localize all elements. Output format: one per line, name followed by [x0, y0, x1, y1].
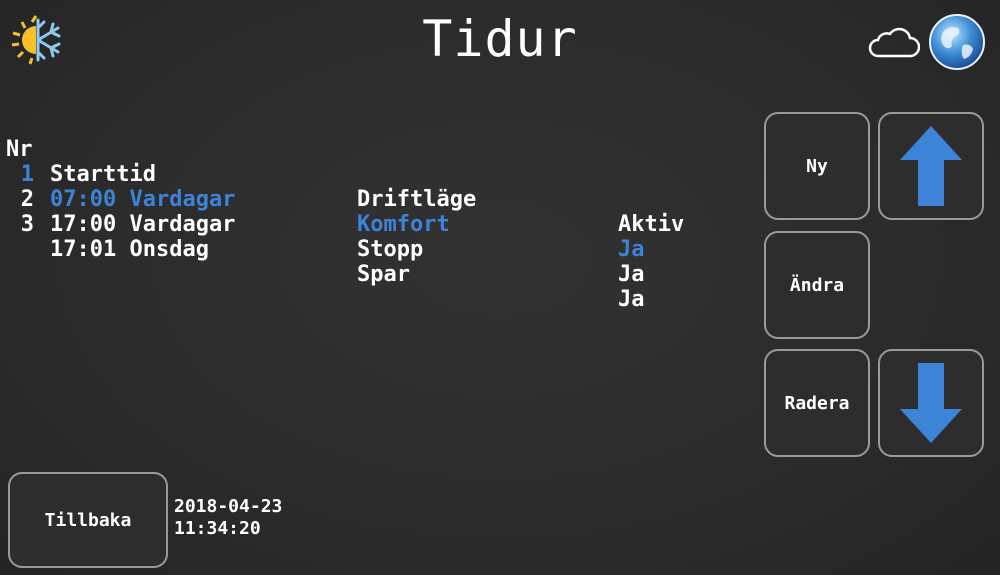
delete-button-label: Radera — [784, 392, 850, 414]
scroll-down-button[interactable] — [878, 349, 984, 457]
scroll-up-button[interactable] — [878, 112, 984, 220]
delete-button[interactable]: Radera — [764, 349, 870, 457]
globe-icon[interactable] — [928, 13, 986, 71]
back-button[interactable]: Tillbaka — [8, 472, 168, 568]
column-header-aktiv: Aktiv — [618, 212, 685, 237]
row-aktiv: Ja — [618, 262, 645, 287]
time-text: 11:34:20 — [174, 518, 261, 539]
screen: Tidur Nr Starttid Driftläge Aktiv 1 07:0… — [0, 0, 1000, 575]
edit-button-label: Ändra — [789, 274, 845, 296]
cloud-icon[interactable] — [866, 26, 920, 60]
table-row[interactable]: 3 17:01 Onsdag Spar Ja — [6, 187, 746, 312]
new-button-label: Ny — [806, 155, 828, 177]
arrow-up-icon — [900, 126, 962, 206]
row-driftlage: Komfort — [357, 212, 450, 237]
schedule-table: Nr Starttid Driftläge Aktiv 1 07:00 Vard… — [6, 112, 746, 312]
arrow-down-icon — [900, 363, 962, 443]
datetime: 2018-04-23 11:34:20 — [174, 496, 282, 540]
row-aktiv: Ja — [618, 287, 645, 312]
date-text: 2018-04-23 — [174, 496, 283, 517]
table-row[interactable]: 2 17:00 Vardagar Stopp Ja — [6, 162, 746, 287]
row-starttid: 17:01 Onsdag — [50, 237, 209, 262]
table-header: Nr Starttid Driftläge Aktiv — [6, 112, 746, 237]
back-button-label: Tillbaka — [44, 509, 132, 531]
row-nr: 3 — [20, 212, 34, 237]
row-aktiv: Ja — [618, 237, 645, 262]
new-button[interactable]: Ny — [764, 112, 870, 220]
edit-button[interactable]: Ändra — [764, 231, 870, 339]
page-title: Tidur — [422, 10, 578, 68]
row-driftlage: Stopp — [357, 237, 424, 262]
row-driftlage: Spar — [357, 262, 410, 287]
table-row[interactable]: 1 07:00 Vardagar Komfort Ja — [6, 137, 746, 262]
